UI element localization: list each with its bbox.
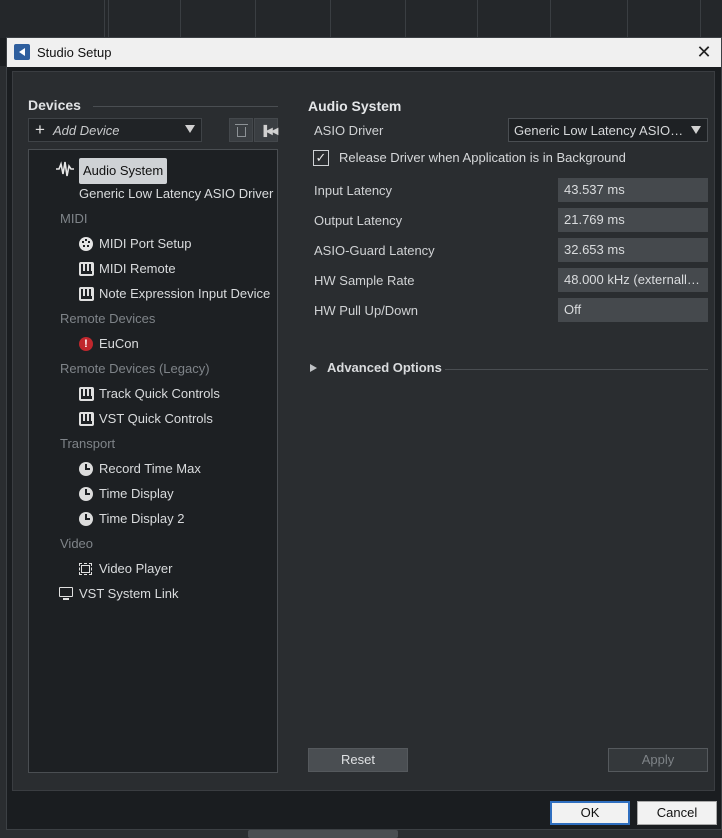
tree-item-label: Track Quick Controls (99, 386, 220, 401)
hw-pull-up-down-value: Off (558, 298, 708, 322)
chevron-down-icon (185, 125, 195, 133)
hw-sample-rate-label: HW Sample Rate (314, 273, 415, 288)
devices-heading-divider (93, 106, 278, 107)
dialog-content: Devices + Add Device ▐◀◀ Audio System Gen… (12, 71, 715, 791)
apply-button[interactable]: Apply (608, 748, 708, 772)
keyboard-icon (79, 412, 94, 426)
keyboard-icon (79, 387, 94, 401)
ok-button[interactable]: OK (550, 801, 630, 825)
midi-port-icon (79, 237, 93, 251)
monitor-icon (59, 587, 73, 600)
plus-icon: + (35, 120, 45, 139)
window-title: Studio Setup (37, 45, 112, 60)
tree-item-label: Note Expression Input Device (99, 286, 271, 301)
tree-item-label: Remote Devices (Legacy) (60, 361, 210, 376)
tree-item-label: MIDI Remote (99, 261, 176, 276)
video-icon (79, 563, 92, 575)
devices-heading: Devices (28, 97, 81, 113)
reset-device-button[interactable]: ▐◀◀ (254, 118, 279, 142)
hw-sample-rate-value: 48.000 kHz (externally c... (558, 268, 708, 292)
warning-icon: ! (79, 337, 93, 351)
advanced-options-label: Advanced Options (327, 360, 442, 375)
tree-item-label: Video Player (99, 561, 173, 576)
clock-icon (79, 512, 93, 526)
tree-item-label: Audio System (79, 158, 168, 184)
tree-item-label: Video (60, 536, 94, 551)
tree-item-label: MIDI Port Setup (99, 236, 192, 251)
output-latency-value: 21.769 ms (558, 208, 708, 232)
clock-icon (79, 487, 93, 501)
release-driver-label[interactable]: Release Driver when Application is in Ba… (339, 150, 626, 165)
tree-item-label: VST System Link (79, 586, 179, 601)
title-bar: Studio Setup ✕ (7, 38, 721, 67)
release-driver-checkbox[interactable]: ✓ (313, 150, 329, 166)
asio-driver-select[interactable]: Generic Low Latency ASIO Driver (508, 118, 708, 142)
trash-icon (235, 124, 248, 137)
tree-item-label: MIDI (60, 211, 88, 226)
add-device-dropdown[interactable]: + Add Device (28, 118, 202, 142)
tree-item-label: Generic Low Latency ASIO Driver (79, 186, 274, 201)
studio-setup-dialog: Studio Setup ✕ Devices + Add Device ▐◀◀ … (6, 37, 722, 830)
asio-driver-value: Generic Low Latency ASIO Driver (514, 123, 686, 138)
keyboard-icon (79, 287, 94, 301)
tree-item-label: Time Display 2 (99, 511, 185, 526)
advanced-options-divider (445, 369, 708, 370)
keyboard-icon (79, 262, 94, 276)
tree-item-label: Remote Devices (60, 311, 156, 326)
tree-item-label: Transport (60, 436, 116, 451)
scrollbar-thumb[interactable] (248, 830, 398, 838)
tree-item-label: EuCon (99, 336, 139, 351)
cancel-button[interactable]: Cancel (637, 801, 717, 825)
chevron-down-icon (691, 126, 701, 134)
asio-guard-latency-label: ASIO-Guard Latency (314, 243, 435, 258)
rewind-icon: ▐◀◀ (260, 126, 279, 137)
add-device-label: Add Device (53, 123, 120, 138)
remove-device-button[interactable] (229, 118, 253, 142)
input-latency-label: Input Latency (314, 183, 393, 198)
tree-item-label: VST Quick Controls (99, 411, 213, 426)
reset-button[interactable]: Reset (308, 748, 408, 772)
close-icon[interactable]: ✕ (693, 41, 715, 63)
clock-icon (79, 462, 93, 476)
asio-driver-label: ASIO Driver (314, 123, 384, 138)
input-latency-value: 43.537 ms (558, 178, 708, 202)
disclosure-triangle-icon (310, 364, 317, 372)
section-title: Audio System (308, 98, 402, 114)
output-latency-label: Output Latency (314, 213, 403, 228)
tree-item-label: Time Display (99, 486, 174, 501)
host-app-background (0, 0, 722, 38)
waveform-icon (56, 161, 74, 177)
asio-guard-latency-value: 32.653 ms (558, 238, 708, 262)
device-tree[interactable]: Audio System Generic Low Latency ASIO Dri… (28, 149, 278, 773)
tree-item-label: Record Time Max (99, 461, 201, 476)
hw-pull-up-down-label: HW Pull Up/Down (314, 303, 419, 318)
app-logo-icon (14, 44, 30, 60)
